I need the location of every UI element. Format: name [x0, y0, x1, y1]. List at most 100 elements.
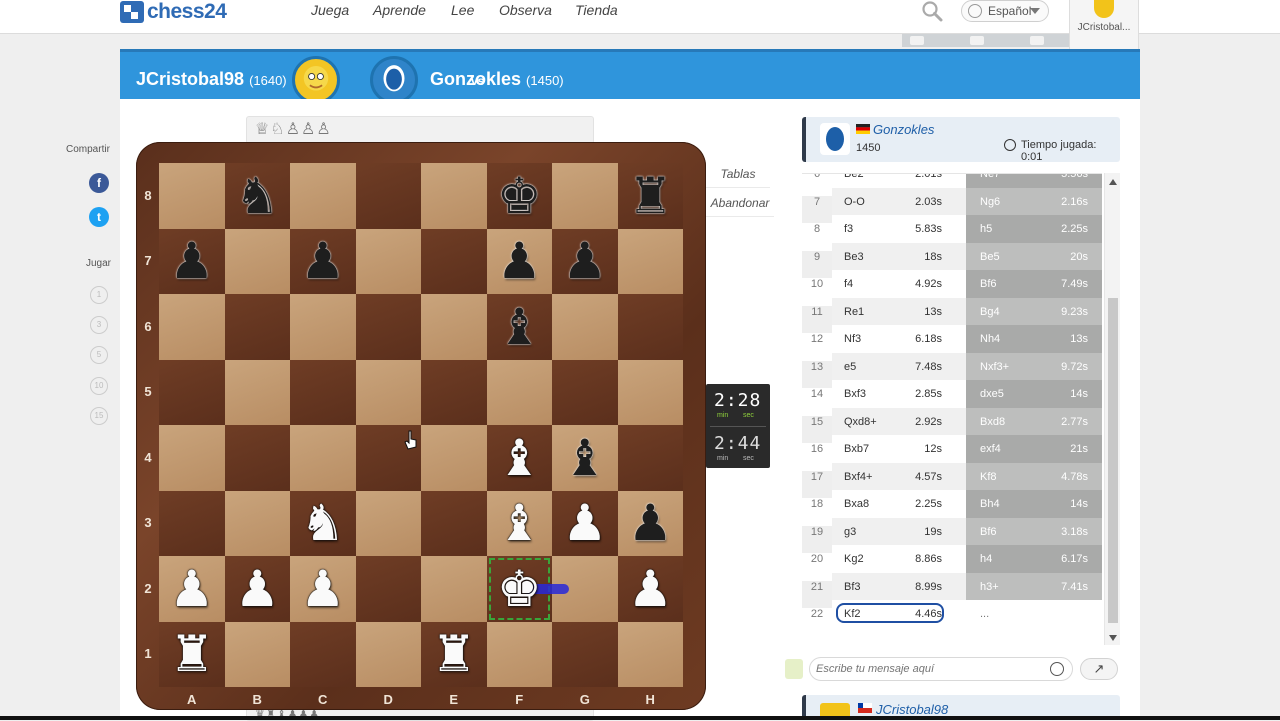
piece-a1[interactable]: ♜ [159, 622, 225, 688]
white-move-cell[interactable]: e5 7.48s [832, 352, 966, 380]
black-move-cell[interactable]: Nh4 13s [966, 325, 1102, 353]
facebook-share-button[interactable]: f [89, 173, 109, 193]
white-move-cell[interactable]: Bxf4+ 4.57s [832, 462, 966, 490]
square-c4[interactable] [290, 425, 356, 491]
white-move-cell[interactable]: Kf2 4.46s [832, 600, 966, 628]
move-list[interactable]: 6 Be2 2.01s Ne7 5.56s 7 O-O 2.03s Ng6 2.16s 8 f3 5.8… [802, 173, 1102, 628]
piece-a7[interactable]: ♟ [159, 229, 225, 295]
black-move-cell[interactable]: Nxf3+ 9.72s [966, 352, 1102, 380]
square-d6[interactable] [355, 294, 421, 360]
square-b1[interactable] [224, 621, 290, 687]
black-move-cell[interactable]: Ng6 2.16s [966, 187, 1102, 215]
square-c8[interactable] [290, 163, 356, 229]
square-d3[interactable] [355, 490, 421, 556]
square-e5[interactable] [421, 359, 487, 425]
scrollbar-thumb[interactable] [1108, 298, 1118, 623]
language-selector[interactable]: Español [961, 0, 1049, 22]
piece-f8[interactable]: ♚ [487, 163, 553, 229]
piece-g7[interactable]: ♟ [552, 229, 618, 295]
square-g6[interactable] [552, 294, 618, 360]
piece-f7[interactable]: ♟ [487, 229, 553, 295]
search-icon[interactable] [920, 0, 944, 24]
black-move-cell[interactable]: h3+ 7.41s [966, 572, 1102, 600]
white-move-cell[interactable]: Bxf3 2.85s [832, 380, 966, 408]
white-player-name[interactable]: JCristobal98 (1640) [136, 69, 287, 90]
square-a3[interactable] [159, 490, 225, 556]
twitter-share-button[interactable]: t [89, 207, 109, 227]
square-f1[interactable] [486, 621, 552, 687]
play-option-5[interactable]: 5 [90, 346, 108, 364]
white-move-cell[interactable]: g3 19s [832, 517, 966, 545]
white-move-cell[interactable]: Bf3 8.99s [832, 572, 966, 600]
square-e2[interactable] [421, 556, 487, 622]
piece-f3[interactable]: ♝ [487, 491, 553, 557]
opponent-avatar[interactable] [820, 123, 850, 155]
square-b6[interactable] [224, 294, 290, 360]
play-option-15[interactable]: 15 [90, 407, 108, 425]
square-g8[interactable] [552, 163, 618, 229]
square-h6[interactable] [617, 294, 683, 360]
play-option-1[interactable]: 1 [90, 286, 108, 304]
scroll-up-icon[interactable] [1109, 179, 1117, 185]
piece-g4[interactable]: ♝ [552, 425, 618, 491]
piece-c3[interactable]: ♞ [290, 491, 356, 557]
white-move-cell[interactable]: Bxb7 12s [832, 435, 966, 463]
white-player-avatar[interactable] [292, 56, 340, 104]
square-a6[interactable] [159, 294, 225, 360]
square-e3[interactable] [421, 490, 487, 556]
piece-f2[interactable]: ♚ [487, 556, 553, 622]
piece-h8[interactable]: ♜ [618, 163, 684, 229]
black-move-cell[interactable]: Ne7 5.56s [966, 174, 1102, 188]
resign-button[interactable]: Abandonar [706, 189, 774, 217]
square-h1[interactable] [617, 621, 683, 687]
black-move-cell[interactable]: Bh4 14s [966, 490, 1102, 518]
square-b4[interactable] [224, 425, 290, 491]
square-e8[interactable] [421, 163, 487, 229]
black-player-name[interactable]: Gonzokles (1450) [430, 69, 564, 90]
opponent-name[interactable]: Gonzokles [873, 122, 934, 137]
white-move-cell[interactable]: Qxd8+ 2.92s [832, 407, 966, 435]
nav-item-observa[interactable]: Observa [499, 2, 552, 18]
square-d5[interactable] [355, 359, 421, 425]
black-move-cell[interactable]: dxe5 14s [966, 380, 1102, 408]
black-move-cell[interactable]: h4 6.17s [966, 545, 1102, 573]
white-move-cell[interactable]: f4 4.92s [832, 270, 966, 298]
black-move-cell[interactable]: Bxd8 2.77s [966, 407, 1102, 435]
black-move-cell[interactable]: Be5 20s [966, 242, 1102, 270]
piece-c7[interactable]: ♟ [290, 229, 356, 295]
black-move-cell[interactable]: Bg4 9.23s [966, 297, 1102, 325]
piece-e1[interactable]: ♜ [421, 622, 487, 688]
square-d1[interactable] [355, 621, 421, 687]
square-a4[interactable] [159, 425, 225, 491]
white-move-cell[interactable]: f3 5.83s [832, 215, 966, 243]
white-move-cell[interactable]: O-O 2.03s [832, 187, 966, 215]
square-g5[interactable] [552, 359, 618, 425]
white-move-cell[interactable]: Re1 13s [832, 297, 966, 325]
white-move-cell[interactable]: Nf3 6.18s [832, 325, 966, 353]
white-move-cell[interactable]: Bxa8 2.25s [832, 490, 966, 518]
piece-a2[interactable]: ♟ [159, 556, 225, 622]
piece-b8[interactable]: ♞ [225, 163, 291, 229]
chess-board[interactable]: ♞ ♚ ♜ ♟ ♟ ♟ ♟ ♝ ♝ ♝ ♞ ♝ ♟ ♟ ♟ ♟ ♟ ♚ ♟ ♜ ♜ [159, 163, 683, 687]
square-c6[interactable] [290, 294, 356, 360]
square-d2[interactable] [355, 556, 421, 622]
square-h7[interactable] [617, 228, 683, 294]
square-d8[interactable] [355, 163, 421, 229]
square-g1[interactable] [552, 621, 618, 687]
chat-input[interactable] [809, 657, 1073, 681]
piece-f6[interactable]: ♝ [487, 294, 553, 360]
chess24-logo[interactable]: chess24 [120, 0, 227, 24]
square-a8[interactable] [159, 163, 225, 229]
emoji-icon[interactable] [1050, 662, 1064, 676]
square-e4[interactable] [421, 425, 487, 491]
square-h5[interactable] [617, 359, 683, 425]
black-move-cell[interactable]: Kf8 4.78s [966, 462, 1102, 490]
send-message-button[interactable]: ↗ [1080, 658, 1118, 680]
move-list-scrollbar[interactable] [1104, 173, 1120, 645]
white-move-cell[interactable]: Be2 2.01s [832, 174, 966, 188]
square-a5[interactable] [159, 359, 225, 425]
nav-item-juega[interactable]: Juega [311, 2, 349, 18]
black-player-avatar[interactable] [370, 56, 418, 104]
toolbar-icon[interactable] [970, 36, 984, 45]
toolbar-icon[interactable] [1030, 36, 1044, 45]
